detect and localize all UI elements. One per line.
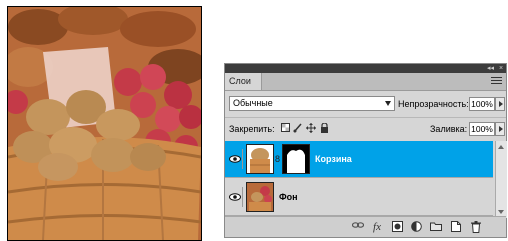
tab-layers[interactable]: Слои xyxy=(225,73,262,90)
visibility-toggle[interactable] xyxy=(228,149,243,169)
layer-name[interactable]: Корзина xyxy=(315,154,352,164)
layers-scrollbar[interactable] xyxy=(495,141,507,218)
blend-mode-value: Обычные xyxy=(233,98,273,108)
lock-paint-icon[interactable] xyxy=(293,123,303,133)
panel-menu-icon[interactable] xyxy=(491,77,502,86)
collapse-icon[interactable]: ◂◂ xyxy=(487,64,494,73)
panel-bottom-toolbar: fx xyxy=(225,216,506,237)
new-layer-icon[interactable] xyxy=(450,221,462,233)
layer-thumbnail[interactable] xyxy=(246,144,274,174)
layer-row-background[interactable]: Фон xyxy=(225,179,493,216)
fill-slider-button[interactable] xyxy=(495,122,505,136)
scroll-down-icon[interactable] xyxy=(498,210,504,214)
close-icon[interactable]: × xyxy=(499,64,503,73)
layer-thumbnail[interactable] xyxy=(246,182,274,212)
new-group-icon[interactable] xyxy=(430,221,442,233)
document-image xyxy=(7,6,202,241)
opacity-label: Непрозрачность: xyxy=(398,99,469,109)
trash-icon[interactable] xyxy=(470,221,482,233)
layer-row-basket[interactable]: 8 Корзина xyxy=(225,141,493,178)
layers-list: 8 Корзина Фон xyxy=(225,141,493,218)
lock-label: Закрепить: xyxy=(229,124,275,134)
fx-icon[interactable]: fx xyxy=(371,221,383,233)
eye-icon xyxy=(229,193,241,201)
opacity-field[interactable]: 100% xyxy=(469,97,495,111)
opacity-slider-button[interactable] xyxy=(495,97,505,111)
scroll-up-icon[interactable] xyxy=(498,145,504,149)
fill-field[interactable]: 100% xyxy=(469,122,495,136)
blend-opacity-row: Обычные Непрозрачность: 100% xyxy=(225,93,506,115)
blend-mode-select[interactable]: Обычные xyxy=(229,96,395,111)
add-mask-icon[interactable] xyxy=(391,221,403,233)
potato-basket-photo xyxy=(8,7,201,240)
lock-move-icon[interactable] xyxy=(306,123,316,133)
link-layers-icon[interactable] xyxy=(351,221,365,233)
panel-tabbar: Слои xyxy=(225,73,506,91)
lock-transparent-icon[interactable] xyxy=(280,123,290,133)
lock-fill-row: Закрепить: Заливка: 100% xyxy=(225,117,506,140)
layer-mask-thumbnail[interactable] xyxy=(282,144,310,174)
layer-name[interactable]: Фон xyxy=(279,192,298,202)
adjustment-layer-icon[interactable] xyxy=(410,221,422,233)
layers-panel: ◂◂ × Слои Обычные Непрозрачность: 100% З… xyxy=(224,63,507,238)
eye-icon xyxy=(229,155,241,163)
visibility-toggle[interactable] xyxy=(228,187,243,207)
chevron-down-icon xyxy=(385,101,391,106)
lock-all-icon[interactable] xyxy=(319,122,329,133)
mask-link-icon[interactable]: 8 xyxy=(275,154,280,164)
fill-label: Заливка: xyxy=(430,124,468,134)
panel-titlebar: ◂◂ × xyxy=(225,64,506,73)
